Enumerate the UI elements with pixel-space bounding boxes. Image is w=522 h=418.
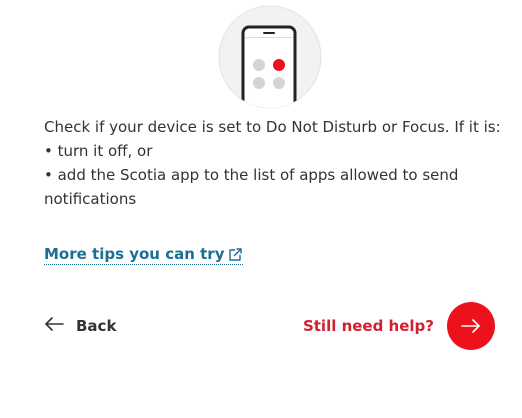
phone-illustration <box>218 5 322 109</box>
still-need-help-button[interactable]: Still need help? <box>303 302 495 350</box>
phone-do-not-disturb-icon <box>218 5 322 109</box>
more-tips-label: More tips you can try <box>44 245 225 263</box>
back-label: Back <box>76 317 117 335</box>
still-need-help-label: Still need help? <box>302 317 434 335</box>
arrow-right-icon <box>461 319 480 333</box>
back-button[interactable]: Back <box>44 314 116 338</box>
more-tips-link[interactable]: More tips you can try <box>44 244 244 265</box>
instructions-text: Check if your device is set to Do Not Di… <box>44 115 504 211</box>
external-link-icon <box>228 247 243 262</box>
instruction-bullet: • add the Scotia app to the list of apps… <box>44 166 459 208</box>
instruction-bullet: • turn it off, or <box>44 142 153 160</box>
next-circle-button[interactable] <box>447 302 495 350</box>
instructions-intro: Check if your device is set to Do Not Di… <box>44 118 501 136</box>
arrow-left-icon <box>44 316 64 336</box>
